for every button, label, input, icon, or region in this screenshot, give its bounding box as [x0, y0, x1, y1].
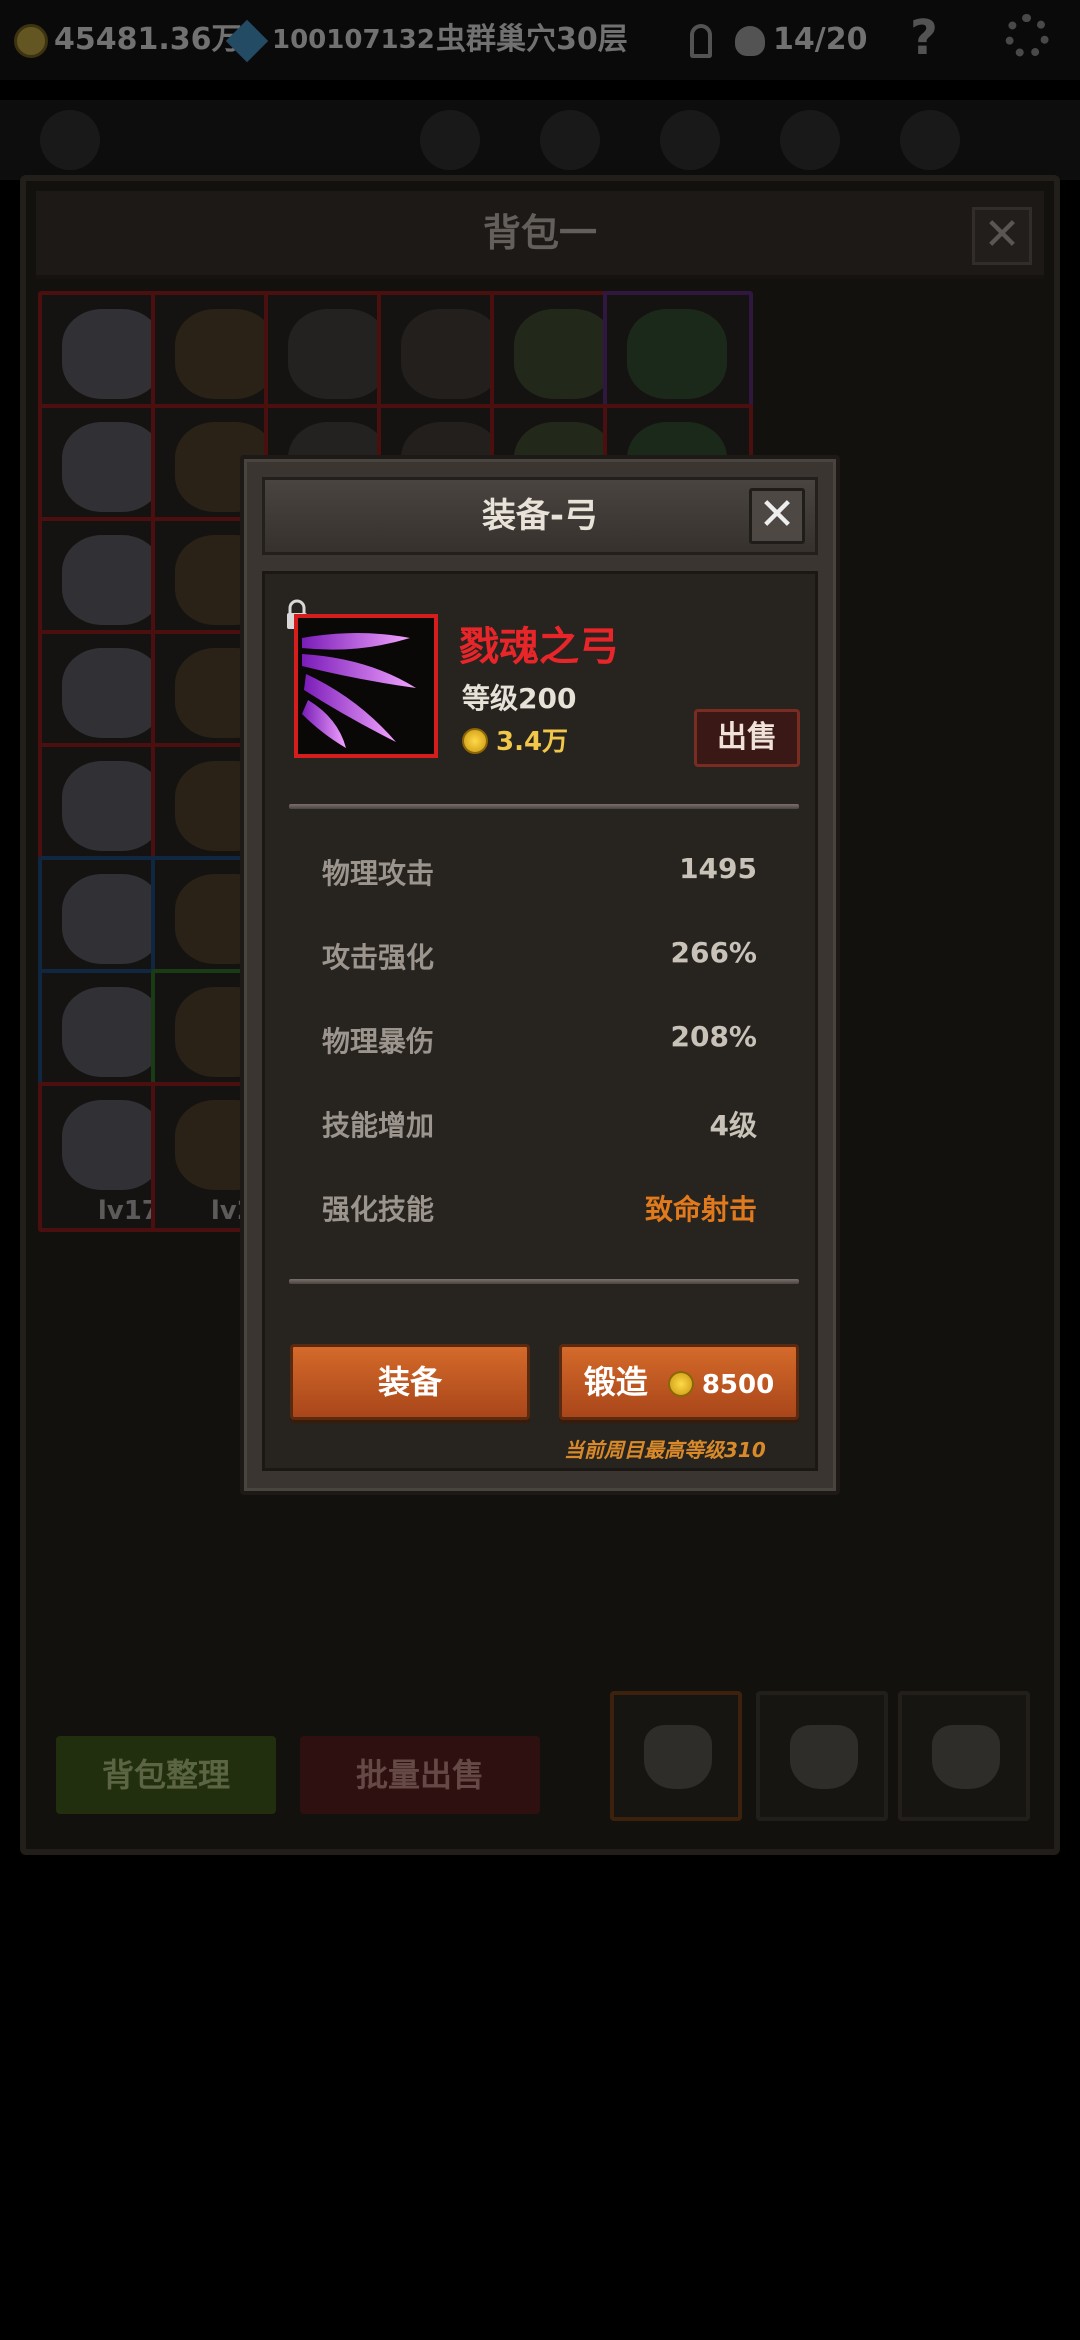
item-name: 戮魂之弓 — [459, 624, 619, 670]
enhanced-skill-value: 致命射击 — [644, 1193, 757, 1226]
stat-value: 266% — [670, 936, 757, 969]
popup-header: 装备-弓 ✕ — [262, 477, 818, 555]
popup-title: 装备-弓 — [481, 496, 599, 536]
purple-arrows-icon — [302, 633, 416, 748]
item-icon-frame[interactable] — [294, 614, 438, 758]
stat-label: 强化技能 — [322, 1193, 435, 1226]
stat-row: 攻击强化 266% — [322, 936, 757, 976]
gold-coin-icon — [667, 1371, 694, 1397]
stat-row: 物理攻击 1495 — [322, 852, 757, 892]
stat-label: 物理攻击 — [322, 857, 435, 890]
stat-label: 攻击强化 — [322, 941, 435, 974]
stat-label: 物理暴伤 — [322, 1025, 435, 1058]
forge-cost-value: 8500 — [701, 1370, 775, 1400]
item-price-value: 3.4万 — [496, 727, 569, 757]
stat-value: 4级 — [709, 1109, 757, 1142]
forge-cost: 8500 — [667, 1370, 775, 1400]
stat-value: 208% — [670, 1020, 757, 1053]
equipment-popup: 装备-弓 ✕ 戮魂之弓 等级200 3.4万 出售 物理攻击 1495 攻击强化… — [240, 455, 840, 1495]
stat-row: 强化技能 致命射击 — [322, 1188, 757, 1228]
divider — [289, 804, 799, 809]
divider — [289, 1279, 799, 1284]
equip-button[interactable]: 装备 — [290, 1344, 530, 1420]
max-level-note: 当前周目最高等级310 — [564, 1438, 766, 1462]
item-price: 3.4万 — [462, 721, 568, 758]
item-level: 等级200 — [462, 682, 577, 715]
stat-row: 技能增加 4级 — [322, 1104, 757, 1144]
stat-label: 技能增加 — [322, 1109, 435, 1142]
stat-row: 物理暴伤 208% — [322, 1020, 757, 1060]
stat-value: 1495 — [679, 852, 757, 885]
forge-label: 锻造 — [583, 1363, 648, 1401]
gold-coin-icon — [462, 728, 488, 754]
forge-button[interactable]: 锻造 8500 — [559, 1344, 799, 1420]
popup-close-button[interactable]: ✕ — [749, 488, 805, 544]
sell-button[interactable]: 出售 — [694, 709, 800, 767]
